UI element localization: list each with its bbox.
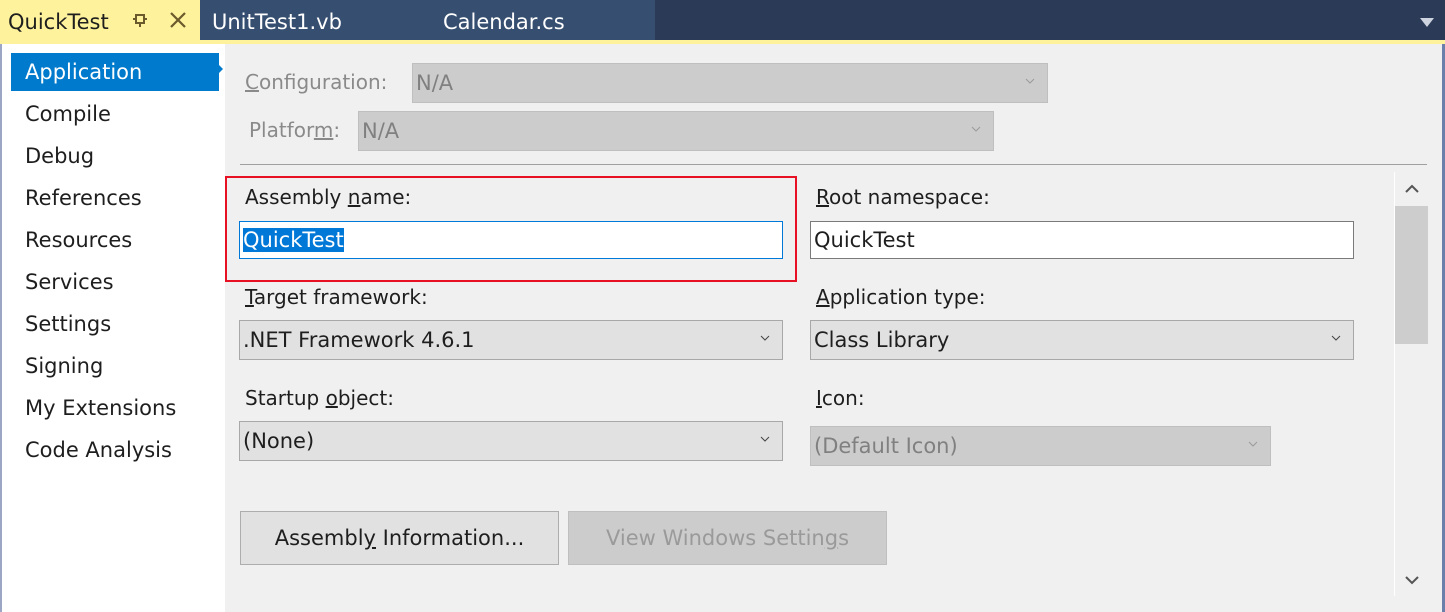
- accelerator-key: y: [363, 526, 376, 550]
- target-framework-dropdown[interactable]: .NET Framework 4.6.1: [239, 320, 783, 360]
- accelerator-key: C: [245, 70, 259, 94]
- configuration-dropdown[interactable]: N/A: [412, 63, 1048, 103]
- accelerator-key: m: [313, 118, 334, 142]
- startup-object-dropdown[interactable]: (None): [239, 421, 783, 461]
- configuration-label: Configuration:: [245, 70, 387, 94]
- sidebar-item-my-extensions[interactable]: My Extensions: [11, 389, 219, 427]
- document-tab-strip: QuickTest UnitTest1.vb Calendar.cs: [0, 0, 1445, 40]
- tab-label: Calendar.cs: [443, 10, 565, 34]
- tab-unittest1-vb[interactable]: UnitTest1.vb: [212, 0, 342, 40]
- chevron-down-icon: [971, 126, 981, 132]
- label-text: arget framework:: [253, 285, 428, 309]
- chevron-down-icon: [1248, 441, 1258, 447]
- icon-value: (Default Icon): [814, 434, 958, 458]
- sidebar-item-label: Services: [25, 270, 114, 294]
- sidebar-item-signing[interactable]: Signing: [11, 347, 219, 385]
- button-text: Assembl: [274, 526, 364, 550]
- assembly-name-label: Assembly name:: [245, 185, 411, 209]
- sidebar-item-label: Application: [25, 60, 143, 84]
- dropdown-triangle-icon[interactable]: [1420, 18, 1434, 27]
- section-divider: [240, 164, 1427, 165]
- label-text: con:: [821, 386, 865, 410]
- target-framework-label: Target framework:: [245, 285, 428, 309]
- label-text: oot namespace:: [829, 185, 990, 209]
- sidebar-item-compile[interactable]: Compile: [11, 95, 219, 133]
- button-text: View Windows Settin: [605, 526, 825, 550]
- label-text: pplication type:: [829, 285, 986, 309]
- chevron-down-icon: [1025, 78, 1035, 84]
- assembly-information-button[interactable]: Assembly Information...: [240, 511, 559, 565]
- property-pages-sidebar: Application Compile Debug References Res…: [2, 44, 225, 612]
- view-windows-settings-button[interactable]: View Windows Settings: [568, 511, 887, 565]
- sidebar-item-references[interactable]: References: [11, 179, 219, 217]
- accelerator-key: R: [816, 185, 829, 209]
- tab-calendar-cs[interactable]: Calendar.cs: [443, 0, 565, 40]
- sidebar-item-settings[interactable]: Settings: [11, 305, 219, 343]
- label-text: :: [333, 118, 341, 142]
- accelerator-key: g: [824, 526, 839, 550]
- chevron-down-icon: [1331, 335, 1341, 341]
- sidebar-item-label: Code Analysis: [25, 438, 172, 462]
- sidebar-item-label: Signing: [25, 354, 104, 378]
- sidebar-item-label: Settings: [25, 312, 112, 336]
- accelerator-key: A: [816, 285, 830, 309]
- scroll-up-arrow-icon[interactable]: [1404, 183, 1420, 195]
- close-icon[interactable]: [167, 9, 189, 31]
- startup-object-value: (None): [243, 429, 315, 453]
- sidebar-item-label: My Extensions: [25, 396, 177, 420]
- scroll-down-arrow-icon[interactable]: [1404, 574, 1420, 586]
- application-type-value: Class Library: [814, 328, 950, 352]
- target-framework-value: .NET Framework 4.6.1: [243, 328, 475, 352]
- icon-dropdown[interactable]: (Default Icon): [810, 426, 1271, 466]
- sidebar-item-debug[interactable]: Debug: [11, 137, 219, 175]
- application-type-label: Application type:: [816, 285, 986, 309]
- label-text: onfiguration:: [258, 70, 388, 94]
- root-namespace-value: QuickTest: [814, 228, 915, 252]
- configuration-value: N/A: [416, 71, 454, 95]
- label-text: Startup: [245, 386, 326, 410]
- root-namespace-input[interactable]: QuickTest: [810, 221, 1354, 259]
- platform-dropdown[interactable]: N/A: [358, 111, 994, 151]
- sidebar-item-label: Resources: [25, 228, 133, 252]
- scrollbar-thumb[interactable]: [1395, 206, 1428, 344]
- accelerator-key: o: [325, 386, 338, 410]
- pin-icon[interactable]: [131, 11, 149, 29]
- platform-label: Platform:: [249, 118, 340, 142]
- label-text: Assembly: [245, 185, 348, 209]
- accelerator-key: n: [347, 185, 361, 209]
- button-text: Information...: [375, 526, 525, 550]
- button-text: s: [838, 526, 850, 550]
- label-text: bject:: [337, 386, 394, 410]
- accelerator-key: T: [245, 285, 254, 309]
- chevron-down-icon: [760, 436, 770, 442]
- platform-value: N/A: [362, 119, 400, 143]
- sidebar-item-code-analysis[interactable]: Code Analysis: [11, 431, 219, 469]
- sidebar-item-resources[interactable]: Resources: [11, 221, 219, 259]
- sidebar-item-services[interactable]: Services: [11, 263, 219, 301]
- root-namespace-label: Root namespace:: [816, 185, 990, 209]
- sidebar-item-label: Debug: [25, 144, 95, 168]
- sidebar-item-label: References: [25, 186, 142, 210]
- sidebar-item-application[interactable]: Application: [11, 53, 219, 91]
- label-text: ame:: [360, 185, 412, 209]
- icon-label: Icon:: [816, 386, 865, 410]
- tab-label: QuickTest: [8, 10, 109, 34]
- assembly-name-input[interactable]: QuickTest: [239, 221, 783, 259]
- sidebar-item-label: Compile: [25, 102, 111, 126]
- chevron-down-icon: [760, 335, 770, 341]
- application-type-dropdown[interactable]: Class Library: [810, 320, 1354, 360]
- tab-label: UnitTest1.vb: [212, 10, 342, 34]
- assembly-name-value-selected: QuickTest: [243, 228, 344, 252]
- label-text: Platfor: [249, 118, 314, 142]
- selected-item-arrow-icon: [217, 63, 223, 75]
- startup-object-label: Startup object:: [245, 386, 394, 410]
